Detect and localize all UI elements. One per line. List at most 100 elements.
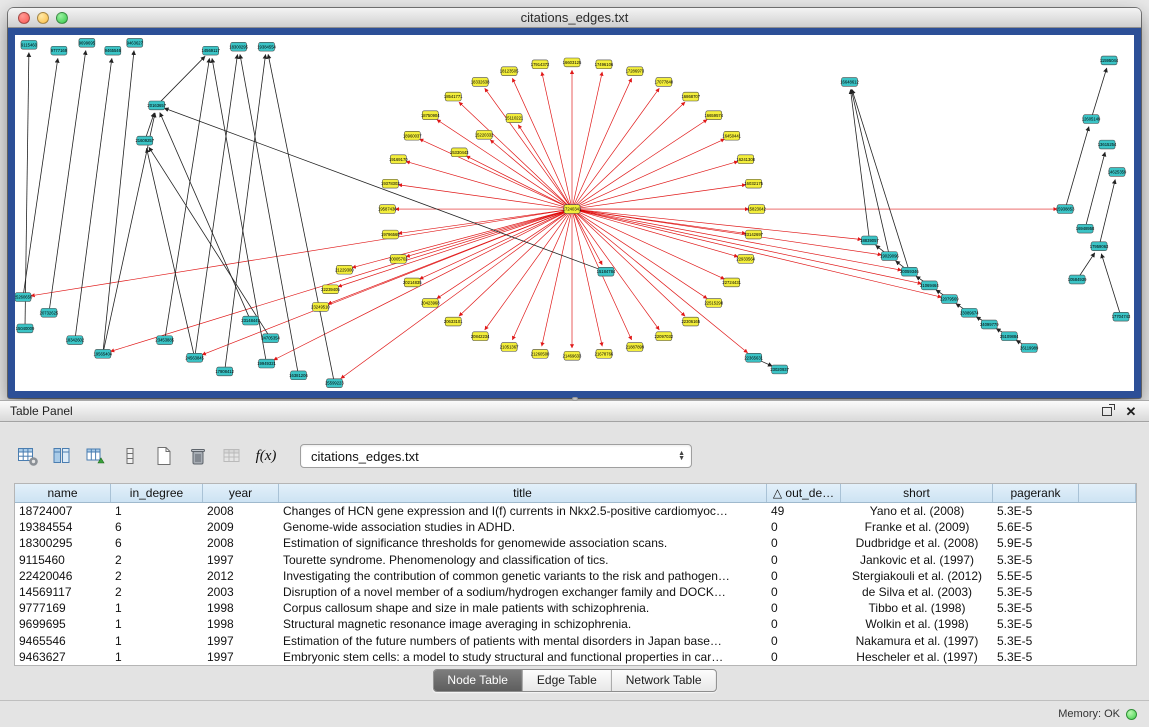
table-cell[interactable]: 5.3E-5 <box>993 552 1079 568</box>
table-cell[interactable]: Tibbo et al. (1998) <box>841 600 993 616</box>
function-builder-button[interactable]: f(x) <box>252 443 280 469</box>
graph-node[interactable]: 15330443 <box>450 148 469 157</box>
close-panel-icon[interactable]: ✕ <box>1123 403 1139 419</box>
graph-node[interactable]: 16659574 <box>704 111 723 120</box>
table-row[interactable]: 1830029562008Estimation of significance … <box>15 535 1136 551</box>
graph-node[interactable]: 23249510 <box>311 302 330 311</box>
graph-node[interactable]: 25599223 <box>325 379 344 388</box>
table-cell[interactable] <box>1079 535 1136 551</box>
column-header-out_de[interactable]: △ out_de… <box>767 484 841 502</box>
table-cell[interactable] <box>1079 600 1136 616</box>
graph-node[interactable]: 21069464 <box>920 281 939 290</box>
graph-node[interactable]: 13615254 <box>1098 140 1117 149</box>
graph-node[interactable]: 18300295 <box>229 42 248 51</box>
graph-node[interactable]: 17240341 <box>563 205 582 214</box>
tab-edge-table[interactable]: Edge Table <box>523 670 612 691</box>
network-canvas[interactable]: 17240341 15823042 16032175 16241308 1645… <box>15 35 1134 391</box>
tab-node-table[interactable]: Node Table <box>433 670 523 691</box>
graph-node[interactable]: 17908412 <box>215 367 234 376</box>
graph-node[interactable]: 21469633 <box>563 351 582 360</box>
graph-node[interactable]: 15823042 <box>747 205 766 214</box>
table-cell[interactable]: Wolkin et al. (1998) <box>841 616 993 632</box>
table-cell[interactable] <box>1079 519 1136 535</box>
table-cell[interactable]: 0 <box>767 600 841 616</box>
graph-node[interactable]: 21678766 <box>595 349 614 358</box>
table-cell[interactable]: Jankovic et al. (1997) <box>841 552 993 568</box>
graph-node[interactable]: 22306165 <box>681 317 700 326</box>
table-cell[interactable]: 0 <box>767 519 841 535</box>
graph-node[interactable]: 9115460 <box>21 40 38 49</box>
table-cell[interactable]: 1997 <box>203 552 279 568</box>
table-cell[interactable]: Disruption of a novel member of a sodium… <box>279 584 767 600</box>
new-file-button[interactable] <box>150 443 178 469</box>
graph-node[interactable]: 22079569 <box>940 295 959 304</box>
table-cell[interactable]: 5.9E-5 <box>993 535 1079 551</box>
table-cell[interactable]: Estimation of significance thresholds fo… <box>279 535 767 551</box>
table-row[interactable]: 1872400712008Changes of HCN gene express… <box>15 503 1136 519</box>
graph-node[interactable]: 16032175 <box>744 179 763 188</box>
table-row[interactable]: 911546021997Tourette syndrome. Phenomeno… <box>15 552 1136 568</box>
minimize-window-button[interactable] <box>37 12 49 24</box>
graph-node[interactable]: 9465546 <box>105 46 122 55</box>
table-cell[interactable]: Estimation of the future numbers of pati… <box>279 633 767 649</box>
graph-node[interactable]: 25260650 <box>15 293 33 302</box>
tab-network-table[interactable]: Network Table <box>612 670 716 691</box>
table-cell[interactable]: 5.3E-5 <box>993 503 1079 519</box>
graph-node[interactable]: 22097032 <box>655 332 674 341</box>
table-cell[interactable]: 5.6E-5 <box>993 519 1079 535</box>
table-cell[interactable]: 14569117 <box>15 584 111 600</box>
table-cell[interactable]: 2008 <box>203 503 279 519</box>
table-cell[interactable]: 0 <box>767 584 841 600</box>
graph-node[interactable]: 20842234 <box>471 332 490 341</box>
graph-node[interactable]: 21051367 <box>500 343 519 352</box>
graph-node[interactable]: 22515298 <box>704 299 723 308</box>
import-table-button[interactable] <box>82 443 110 469</box>
table-cell[interactable]: 9115460 <box>15 552 111 568</box>
graph-node[interactable]: 14569117 <box>201 46 220 55</box>
graph-node[interactable]: 23142697 <box>744 230 763 239</box>
float-panel-icon[interactable] <box>1099 403 1115 419</box>
graph-node[interactable]: 23453885 <box>155 336 174 345</box>
table-row[interactable]: 1938455462009Genome-wide association stu… <box>15 519 1136 535</box>
graph-node[interactable]: 19949321 <box>257 359 276 368</box>
graph-node[interactable]: 18123505 <box>500 67 519 76</box>
table-cell[interactable] <box>1079 649 1136 665</box>
graph-node[interactable]: 9463627 <box>127 38 144 47</box>
graph-node[interactable]: 26119989 <box>1020 344 1039 353</box>
graph-node[interactable]: 15184784 <box>597 267 616 276</box>
graph-node[interactable]: 19378303 <box>381 179 400 188</box>
table-cell[interactable]: 1 <box>111 600 203 616</box>
table-cell[interactable]: Stergiakouli et al. (2012) <box>841 568 993 584</box>
splitter-handle[interactable] <box>572 397 578 401</box>
table-cell[interactable]: 0 <box>767 616 841 632</box>
table-cell[interactable]: 5.3E-5 <box>993 616 1079 632</box>
table-cell[interactable]: Yano et al. (2008) <box>841 503 993 519</box>
graph-node[interactable]: 24563845 <box>185 353 204 362</box>
graph-node[interactable]: 24099779 <box>980 320 999 329</box>
table-cell[interactable]: 1 <box>111 649 203 665</box>
graph-node[interactable]: 17914372 <box>531 60 550 69</box>
graph-node[interactable]: 20059346 <box>900 267 919 276</box>
table-row[interactable]: 977716911998Corpus callosum shape and si… <box>15 600 1136 616</box>
graph-node[interactable]: 16948958 <box>1076 224 1095 233</box>
graph-node[interactable]: 21229300 <box>335 265 354 274</box>
graph-node[interactable]: 24705354 <box>261 334 280 343</box>
graph-node[interactable]: 17704743 <box>1112 312 1131 321</box>
table-cell[interactable]: Dudbridge et al. (2008) <box>841 535 993 551</box>
trash-button[interactable] <box>184 443 212 469</box>
table-cell[interactable]: 49 <box>767 503 841 519</box>
table-row[interactable]: 969969511998Structural magnetic resonanc… <box>15 616 1136 632</box>
table-cell[interactable]: 9465546 <box>15 633 111 649</box>
graph-node[interactable]: 12605149 <box>1082 115 1101 124</box>
table-cell[interactable]: Genome-wide association studies in ADHD. <box>279 519 767 535</box>
graph-node[interactable]: 21609257 <box>135 136 154 145</box>
column-header-year[interactable]: year <box>203 484 279 502</box>
graph-node[interactable]: 16241308 <box>736 155 755 164</box>
graph-node[interactable]: 14625359 <box>1108 168 1127 177</box>
graph-node[interactable]: 21887899 <box>626 343 645 352</box>
table-cell[interactable]: Structural magnetic resonance image aver… <box>279 616 767 632</box>
table-cell[interactable] <box>1079 633 1136 649</box>
table-cell[interactable]: 2 <box>111 552 203 568</box>
graph-node[interactable]: 23089674 <box>960 308 979 317</box>
table-cell[interactable]: 2009 <box>203 519 279 535</box>
